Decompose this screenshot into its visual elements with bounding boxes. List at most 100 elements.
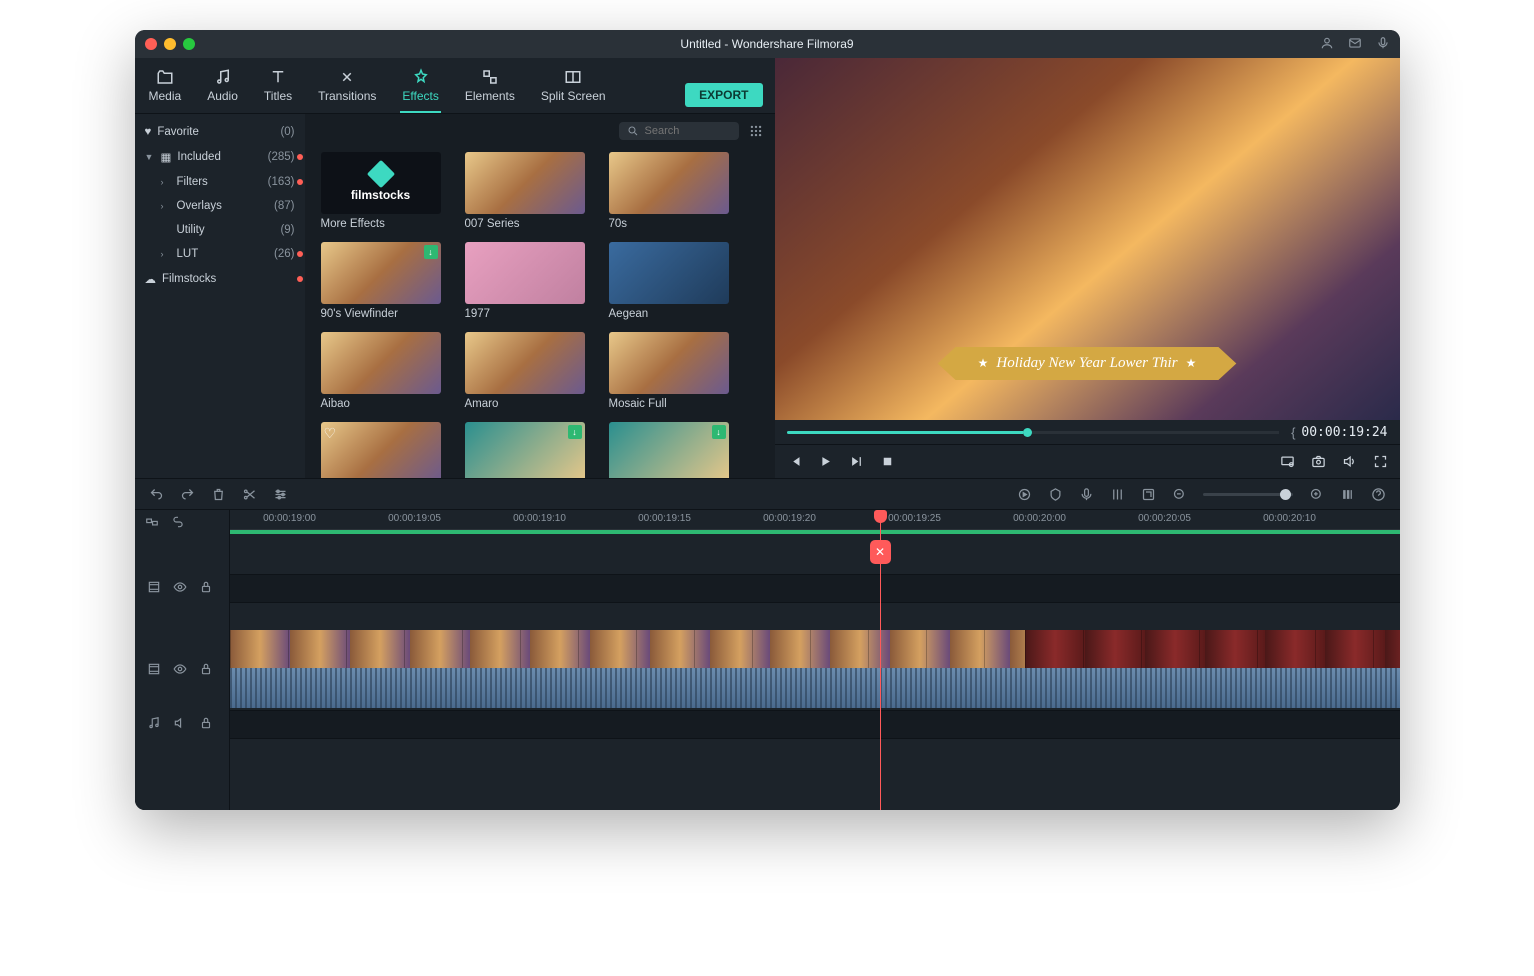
ruler-tick: 00:00:19:20	[763, 513, 816, 524]
effect-item[interactable]: 007 Series	[465, 152, 585, 230]
tab-transitions[interactable]: Transitions	[316, 64, 378, 113]
effect-label: 007 Series	[465, 218, 585, 230]
video-track[interactable]	[230, 630, 1400, 710]
track-header-overlay	[135, 574, 229, 602]
volume-icon[interactable]	[1342, 454, 1357, 469]
record-voiceover-button[interactable]	[1079, 487, 1094, 502]
effect-item[interactable]: Aegean	[609, 242, 729, 320]
crop-button[interactable]	[1141, 487, 1156, 502]
ruler-tick: 00:00:20:10	[1263, 513, 1316, 524]
tab-elements[interactable]: Elements	[463, 64, 517, 113]
sidebar-item-utility[interactable]: Utility(9)	[135, 218, 305, 242]
search-input[interactable]	[645, 125, 725, 137]
sidebar-item-favorite[interactable]: ♥Favorite(0)	[135, 120, 305, 144]
ruler-tick: 00:00:19:15	[638, 513, 691, 524]
minimize-window-button[interactable]	[164, 38, 176, 50]
filmstrip-icon[interactable]	[147, 662, 161, 679]
effect-item[interactable]: ↓90's Viewfinder	[321, 242, 441, 320]
delete-button[interactable]	[211, 487, 226, 502]
maximize-window-button[interactable]	[183, 38, 195, 50]
render-button[interactable]	[1017, 487, 1032, 502]
tab-effects[interactable]: Effects	[400, 64, 440, 113]
sidebar-item-filmstocks[interactable]: ☁Filmstocks	[135, 266, 305, 292]
lock-icon[interactable]	[199, 716, 213, 733]
preview-viewport[interactable]: Holiday New Year Lower Thir	[775, 58, 1400, 420]
playhead-marker-icon[interactable]: ✕	[870, 540, 891, 564]
split-button[interactable]	[242, 487, 257, 502]
prev-frame-button[interactable]	[787, 454, 802, 469]
mic-icon[interactable]	[1376, 36, 1390, 53]
marker-in-icon[interactable]: {	[1291, 425, 1295, 440]
sidebar-item-included[interactable]: ▼▦Included(285)	[135, 144, 305, 170]
display-settings-icon[interactable]	[1280, 454, 1295, 469]
grid-view-icon[interactable]	[749, 124, 763, 138]
account-icon[interactable]	[1320, 36, 1334, 53]
close-window-button[interactable]	[145, 38, 157, 50]
effect-label: Aibao	[321, 398, 441, 410]
empty-track	[230, 738, 1400, 788]
manage-tracks-button[interactable]	[1340, 487, 1355, 502]
tab-audio[interactable]: Audio	[205, 64, 240, 113]
effects-sidebar: ♥Favorite(0) ▼▦Included(285) ›Filters(16…	[135, 114, 305, 478]
timeline-ruler[interactable]: 00:00:19:0000:00:19:0500:00:19:1000:00:1…	[230, 510, 1400, 530]
overlay-track[interactable]	[230, 574, 1400, 602]
search-icon	[627, 125, 639, 137]
tab-titles[interactable]: Titles	[262, 64, 294, 113]
sidebar-item-overlays[interactable]: ›Overlays(87)	[135, 194, 305, 218]
fullscreen-icon[interactable]	[1373, 454, 1388, 469]
help-button[interactable]	[1371, 487, 1386, 502]
effect-item[interactable]: Mosaic Full	[609, 332, 729, 410]
play-button[interactable]	[818, 454, 833, 469]
undo-button[interactable]	[149, 487, 164, 502]
zoom-slider[interactable]	[1203, 493, 1293, 496]
effect-label: 70s	[609, 218, 729, 230]
video-clip-1[interactable]	[230, 630, 1026, 668]
ruler-tick: 00:00:19:10	[513, 513, 566, 524]
track-header-audio	[135, 710, 229, 738]
audio-waveform[interactable]	[230, 668, 1400, 708]
video-clip-2[interactable]	[1025, 630, 1399, 668]
timeline: 00:00:19:0000:00:19:0500:00:19:1000:00:1…	[135, 510, 1400, 810]
window-controls	[145, 38, 195, 50]
marker-button[interactable]	[1048, 487, 1063, 502]
tab-splitscreen[interactable]: Split Screen	[539, 64, 608, 113]
snapshot-icon[interactable]	[1311, 454, 1326, 469]
effect-item[interactable]: ↓	[465, 422, 585, 478]
effect-label: Mosaic Full	[609, 398, 729, 410]
audio-track[interactable]	[230, 710, 1400, 738]
filmstrip-icon[interactable]	[147, 580, 161, 597]
visibility-icon[interactable]	[173, 662, 187, 679]
adjust-button[interactable]	[273, 487, 288, 502]
stop-button[interactable]	[880, 454, 895, 469]
zoom-in-button[interactable]	[1309, 487, 1324, 502]
effect-label: Aegean	[609, 308, 729, 320]
export-button[interactable]: EXPORT	[685, 83, 762, 107]
effect-item[interactable]: ↓	[609, 422, 729, 478]
preview-scrubber[interactable]	[787, 431, 1280, 434]
play-forward-button[interactable]	[849, 454, 864, 469]
ruler-tick: 00:00:20:00	[1013, 513, 1066, 524]
visibility-icon[interactable]	[173, 580, 187, 597]
mixer-button[interactable]	[1110, 487, 1125, 502]
redo-button[interactable]	[180, 487, 195, 502]
playhead[interactable]: ✕	[880, 510, 881, 810]
effect-item[interactable]: Aibao	[321, 332, 441, 410]
lock-icon[interactable]	[199, 580, 213, 597]
zoom-out-button[interactable]	[1172, 487, 1187, 502]
effect-item[interactable]: Amaro	[465, 332, 585, 410]
lock-icon[interactable]	[199, 662, 213, 679]
effect-item[interactable]: 1977	[465, 242, 585, 320]
mute-icon[interactable]	[173, 716, 187, 733]
effect-item[interactable]: 70s	[609, 152, 729, 230]
effect-label: More Effects	[321, 218, 441, 230]
tab-media[interactable]: Media	[147, 64, 184, 113]
effect-item[interactable]: filmstocksMore Effects	[321, 152, 441, 230]
music-icon[interactable]	[147, 716, 161, 733]
titlebar: Untitled - Wondershare Filmora9	[135, 30, 1400, 58]
link-clips-icon[interactable]	[145, 515, 159, 529]
effect-item[interactable]: ♡	[321, 422, 441, 478]
sidebar-item-lut[interactable]: ›LUT(26)	[135, 242, 305, 266]
chain-icon[interactable]	[171, 515, 185, 529]
sidebar-item-filters[interactable]: ›Filters(163)	[135, 170, 305, 194]
mail-icon[interactable]	[1348, 36, 1362, 53]
